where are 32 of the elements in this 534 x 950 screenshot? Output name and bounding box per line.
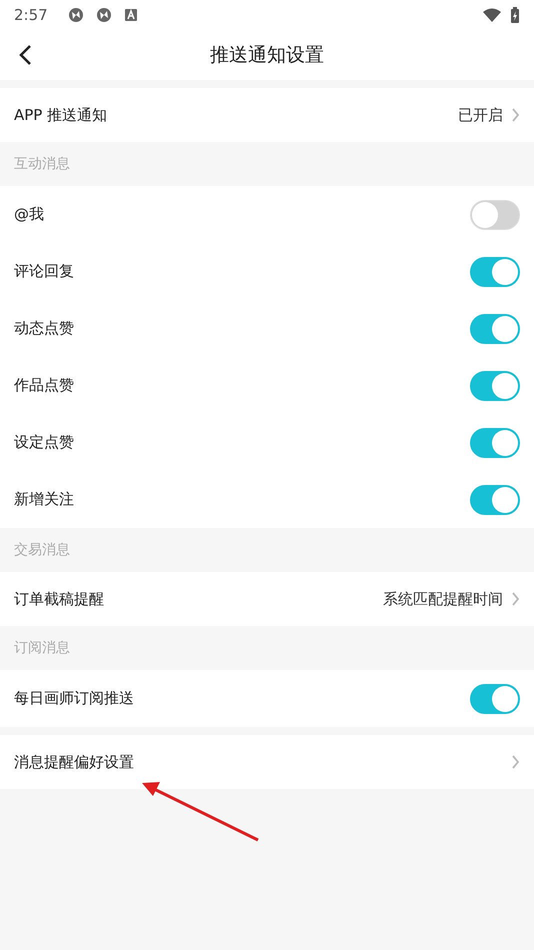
setting-value: 系统匹配提醒时间	[383, 588, 503, 610]
app-notification-icon	[68, 7, 84, 23]
page-title: 推送通知设置	[210, 42, 324, 68]
toggle-switch[interactable]	[470, 484, 520, 514]
setting-label: 评论回复	[14, 261, 74, 282]
toggle-switch[interactable]	[470, 428, 520, 458]
wifi-icon	[482, 7, 502, 23]
toggle-switch[interactable]	[470, 684, 520, 714]
battery-charging-icon	[510, 7, 520, 23]
toggle-switch[interactable]	[470, 370, 520, 400]
section-heading: 交易消息	[14, 540, 70, 560]
chevron-right-icon	[511, 107, 520, 123]
setting-label: APP 推送通知	[14, 104, 108, 126]
setting-value: 已开启	[458, 104, 503, 126]
setting-label: 新增关注	[14, 489, 74, 510]
toggle-switch[interactable]	[470, 200, 520, 230]
setting-label: 设定点赞	[14, 432, 74, 454]
setting-label: 消息提醒偏好设置	[14, 752, 134, 773]
app-notification-icon	[96, 7, 112, 23]
status-time: 2:57	[14, 4, 48, 26]
toggle-switch[interactable]	[470, 256, 520, 286]
chevron-right-icon	[511, 591, 520, 607]
setting-label: 订单截稿提醒	[14, 588, 104, 610]
chevron-right-icon	[511, 754, 520, 770]
toggle-switch[interactable]	[470, 314, 520, 344]
setting-label: 作品点赞	[14, 375, 74, 396]
setting-label: @我	[14, 204, 44, 226]
keyboard-notification-icon	[124, 8, 138, 22]
section-heading: 互动消息	[14, 154, 70, 174]
setting-label: 每日画师订阅推送	[14, 688, 134, 710]
section-heading: 订阅消息	[14, 638, 70, 658]
setting-label: 动态点赞	[14, 318, 74, 340]
